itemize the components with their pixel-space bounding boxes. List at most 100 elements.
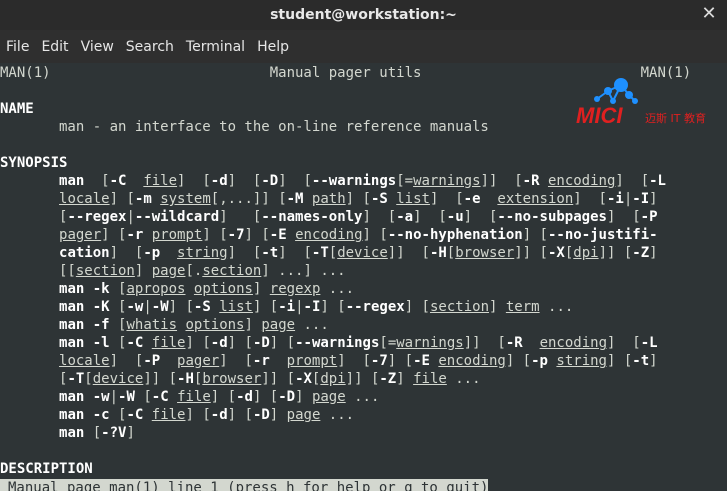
manpage-text: [= [379, 335, 397, 351]
menu-terminal[interactable]: Terminal [180, 39, 251, 55]
manpage-bold-text: -l [92, 335, 110, 351]
manpage-text: [ [134, 389, 152, 405]
manpage-text: ] [ [109, 245, 144, 261]
manpage-line: man -c [-C file] [-d] [-D] page ... [0, 406, 354, 424]
manpage-text: ] [649, 191, 658, 207]
manpage-bold-text: --regex [345, 299, 405, 315]
manpage-text: ]] [ [598, 245, 633, 261]
manpage-line: man [-C file] [-d] [-D] [--warnings[=war… [0, 172, 666, 190]
manpage-bold-text: -7 [227, 227, 245, 243]
manpage-line: man -k [apropos options] regexp ... [0, 280, 354, 298]
manpage-line: man -w|-W [-C file] [-d] [-D] page ... [0, 388, 379, 406]
manpage-text: [ [564, 245, 574, 261]
manpage-text: | [295, 299, 304, 315]
manpage-underlined-text: options [185, 317, 245, 333]
manpage-underlined-text: file [151, 335, 186, 351]
manpage-bold-text: -a [396, 209, 414, 225]
manpage-text: ] [ [269, 335, 296, 351]
manpage-underlined-text: locale [59, 191, 110, 207]
manpage-bold-text: -H [429, 245, 447, 261]
manpage-text [523, 335, 540, 351]
manpage-text: ] [ [227, 335, 253, 351]
manpage-text [0, 389, 59, 405]
manpage-text: | [623, 191, 633, 207]
manpage-bold-text: man [59, 407, 85, 423]
manpage-text [303, 191, 311, 207]
manpage-underlined-text: dpi [573, 245, 599, 261]
manpage-text: ] [ [252, 299, 279, 315]
menu-edit[interactable]: Edit [35, 39, 74, 55]
menu-search[interactable]: Search [120, 39, 180, 55]
manpage-text: ] [ [362, 227, 388, 243]
manpage-text: ] [295, 389, 312, 405]
manpage-line: [--regex|--wildcard] [--names-only] [-a]… [0, 208, 658, 226]
manpage-text: ... [295, 317, 329, 333]
manpage-bold-text: man [59, 335, 85, 351]
manpage-text: ] [ [109, 191, 135, 207]
menu-file[interactable]: File [0, 39, 35, 55]
manpage-underlined-text: encoding [438, 353, 506, 369]
manpage-bold-text: -p [531, 353, 548, 369]
manpage-text: [ [84, 425, 102, 441]
manpage-underlined-text: regexp [269, 281, 321, 297]
manpage-underlined-text: encoding [547, 173, 616, 189]
manpage-underlined-text: device [92, 371, 144, 387]
manpage-underlined-text: string [556, 353, 607, 369]
manpage-text: | [109, 389, 119, 405]
manpage-text [270, 353, 287, 369]
manpage-text: ] [ [109, 353, 144, 369]
manpage-bold-text: -f [92, 317, 110, 333]
manpage-bold-text: -S [193, 299, 211, 315]
manpage-underlined-text: encoding [295, 227, 363, 243]
manpage-underlined-text: file [413, 371, 447, 387]
manpage-underlined-text: prompt [151, 227, 203, 243]
manpage-underlined-text: apropos [126, 281, 186, 297]
manpage-text [540, 173, 548, 189]
manpage-bold-text: -S [370, 191, 388, 207]
manpage-text [0, 407, 59, 423]
manpage-line: cation] [-p string] [-t] [-T[device]] [-… [0, 244, 658, 262]
manpage-text [211, 299, 219, 315]
manpage-text: [ [446, 245, 456, 261]
mici-logo: MICI 迈斯 IT 教育 [576, 78, 706, 128]
manpage-text: [= [396, 173, 414, 189]
manpage-underlined-text: locale [59, 353, 110, 369]
manpage-line: man -f [whatis options] page ... [0, 316, 329, 334]
manpage-bold-text: -H [177, 371, 194, 387]
manpage-bold-text: -T [311, 245, 329, 261]
manpage-text [0, 173, 59, 189]
manpage-bold-text: -L [649, 173, 666, 189]
manpage-text [185, 281, 193, 297]
manpage-underlined-text: list [219, 299, 253, 315]
manpage-text [0, 335, 59, 351]
manpage-text [0, 353, 59, 369]
manpage-bold-text: -e [463, 191, 481, 207]
manpage-text [169, 389, 177, 405]
manpage-bold-text: -D [252, 335, 270, 351]
manpage-underlined-text: section [430, 299, 490, 315]
manpage-text: ] ...] ... [261, 263, 346, 279]
menu-help[interactable]: Help [251, 39, 295, 55]
manpage-bold-text: -i [606, 191, 624, 207]
manpage-bold-text: --warnings [311, 173, 397, 189]
close-icon[interactable]: ✕ [699, 4, 719, 24]
manpage-text [0, 245, 59, 261]
manpage-bold-text: --warnings [295, 335, 380, 351]
manpage-bold-text: -u [446, 209, 464, 225]
manpage-bold-text: -d [210, 173, 228, 189]
manpage-bold-text: --wildcard [134, 209, 220, 225]
manpage-text: ] [126, 425, 135, 441]
manpage-text: ]] [ [480, 173, 523, 189]
menu-view[interactable]: View [75, 39, 120, 55]
manpage-text [84, 389, 92, 405]
terminal-output[interactable]: MAN(1) Manual pager utils MAN(1) NAME man… [0, 63, 727, 477]
manpage-underlined-text: list [396, 191, 430, 207]
manpage-underlined-text: warnings [396, 335, 464, 351]
manpage-text: ] [269, 407, 287, 423]
manpage-text: ] [489, 299, 506, 315]
manpage-bold-text: -X [295, 371, 312, 387]
manpage-text: ] [252, 281, 270, 297]
manpage-text: ]] [ [463, 335, 506, 351]
manpage-text: ] [ [320, 299, 346, 315]
manpage-text: ]] [ [387, 245, 430, 261]
